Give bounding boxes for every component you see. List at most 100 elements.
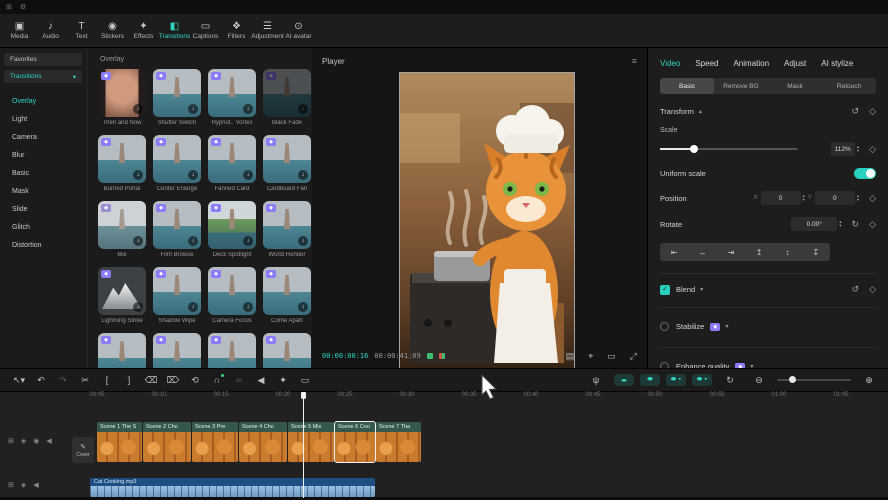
timeline-tool-icon[interactable]: ] bbox=[118, 375, 140, 386]
transition-item[interactable]: ◆ ↓ bbox=[263, 333, 311, 368]
video-clip[interactable]: Scene 3 Pre bbox=[192, 422, 238, 462]
transition-item[interactable]: ◆ ↓ Film Browse bbox=[153, 201, 201, 258]
align-button-icon[interactable]: ⇥ bbox=[717, 243, 745, 261]
download-icon[interactable]: ↓ bbox=[133, 302, 143, 312]
video-clip[interactable]: Scene 6 Coo bbox=[335, 422, 375, 462]
inspector-tab[interactable]: Speed bbox=[695, 59, 718, 68]
transition-item[interactable]: ◆ ↓ Cardboard Fan bbox=[263, 135, 311, 192]
transition-item[interactable]: ◆ ↓ Hypnot.. Vortex bbox=[208, 69, 256, 126]
download-icon[interactable]: ↓ bbox=[298, 170, 308, 180]
timeline[interactable]: 00:0500:1000:1500:2000:2500:3000:3500:40… bbox=[0, 392, 888, 500]
transition-thumbnail[interactable]: ◆ ↓ bbox=[208, 69, 256, 117]
download-icon[interactable]: ↓ bbox=[243, 170, 253, 180]
transition-thumbnail[interactable]: ◆ ↓ bbox=[153, 69, 201, 117]
video-track[interactable]: Scene 1 The S Scene 2 Cho Scene 3 Pre Sc… bbox=[97, 422, 422, 462]
favorites-button[interactable]: Favorites bbox=[4, 53, 82, 66]
scale-value[interactable]: 112% bbox=[831, 142, 855, 156]
playhead[interactable] bbox=[303, 392, 304, 498]
keyframe-icon[interactable]: ◇ bbox=[869, 106, 876, 117]
ribbon-tab[interactable]: ◧ Transitions bbox=[159, 21, 190, 40]
inspector-tab[interactable]: Animation bbox=[733, 59, 769, 68]
timeline-tool-icon[interactable]: ∩ bbox=[206, 375, 228, 386]
inspector-subtab[interactable]: Mask bbox=[768, 78, 822, 94]
align-button-icon[interactable]: ↥ bbox=[745, 243, 773, 261]
transition-thumbnail[interactable]: ◆ ↓ bbox=[98, 267, 146, 315]
download-icon[interactable]: ↓ bbox=[133, 236, 143, 246]
track-control-icon[interactable]: ◀ bbox=[33, 481, 38, 489]
window-menu-icon[interactable]: ⊞ bbox=[6, 3, 12, 11]
sidebar-category-item[interactable]: Slide bbox=[4, 201, 83, 219]
timeline-tool-icon[interactable]: ↖▾ bbox=[8, 375, 30, 386]
download-icon[interactable]: ↓ bbox=[298, 236, 308, 246]
ribbon-tab[interactable]: ◉ Stickers bbox=[97, 21, 128, 40]
inspector-tab[interactable]: AI stylize bbox=[821, 59, 853, 68]
transition-item[interactable]: ◆ ↓ bbox=[153, 333, 201, 368]
timeline-tool-icon[interactable]: ∞ bbox=[228, 375, 250, 386]
stabilize-checkbox[interactable] bbox=[660, 322, 669, 331]
transition-thumbnail[interactable]: ◆ ↓ bbox=[98, 135, 146, 183]
transition-thumbnail[interactable]: ◆ ↓ bbox=[208, 333, 256, 368]
transition-item[interactable]: ◆ ↓ Shutter Switch bbox=[153, 69, 201, 126]
sidebar-category-item[interactable]: Light bbox=[4, 111, 83, 129]
ribbon-tab[interactable]: ▭ Captions bbox=[190, 21, 221, 40]
transition-thumbnail[interactable]: ◆ ↓ bbox=[263, 267, 311, 315]
rotate-stepper[interactable]: ▴▾ bbox=[839, 220, 841, 228]
timeline-ruler[interactable]: 00:0500:1000:1500:2000:2500:3000:3500:40… bbox=[0, 392, 888, 404]
blend-keyframe-icon[interactable]: ◇ bbox=[869, 284, 876, 295]
transition-thumbnail[interactable]: ◆ ↓ bbox=[263, 333, 311, 368]
align-button-icon[interactable]: ↕ bbox=[773, 243, 801, 261]
audio-clip[interactable]: Cat Cooking.mp3 bbox=[90, 478, 375, 497]
stabilize-chevron-icon[interactable]: ▾ bbox=[725, 323, 728, 330]
download-icon[interactable]: ↓ bbox=[298, 302, 308, 312]
ribbon-tab[interactable]: T Text bbox=[66, 21, 97, 40]
ratio-icon[interactable]: ▤ bbox=[566, 351, 575, 362]
transition-thumbnail[interactable]: ◆ ↓ bbox=[153, 333, 201, 368]
zoom-in-icon[interactable]: ⊕ bbox=[858, 375, 880, 386]
download-icon[interactable]: ↓ bbox=[188, 170, 198, 180]
download-icon[interactable]: ↓ bbox=[298, 104, 308, 114]
timeline-tool-icon[interactable]: ↶ bbox=[30, 375, 52, 386]
ribbon-tab[interactable]: ▣ Media bbox=[4, 21, 35, 40]
download-icon[interactable]: ↓ bbox=[188, 104, 198, 114]
ribbon-tab[interactable]: ♪ Audio bbox=[35, 21, 66, 40]
transition-thumbnail[interactable]: ◆ ↓ bbox=[98, 333, 146, 368]
transition-item[interactable]: ◆ ↓ Burned Portal bbox=[98, 135, 146, 192]
position-x-stepper[interactable]: ▴▾ bbox=[803, 194, 805, 202]
timeline-tool-icon[interactable]: ◀ bbox=[250, 375, 272, 386]
inspector-subtab[interactable]: Retouch bbox=[822, 78, 876, 94]
transition-thumbnail[interactable]: ◆ ↓ bbox=[98, 201, 146, 249]
transition-item[interactable]: ◆ ↓ bbox=[208, 333, 256, 368]
scale-slider[interactable] bbox=[660, 148, 798, 150]
transition-item[interactable]: ◆ ↓ Fanned Card bbox=[208, 135, 256, 192]
inspector-subtab[interactable]: Remove BG bbox=[714, 78, 768, 94]
align-button-icon[interactable]: ⇤ bbox=[660, 243, 688, 261]
ribbon-tab[interactable]: ⊙ AI avatar bbox=[283, 21, 314, 40]
inspector-tab[interactable]: Video bbox=[660, 59, 680, 68]
category-dropdown[interactable]: Transitions ▾ bbox=[4, 70, 82, 83]
ribbon-tab[interactable]: ✦ Effects bbox=[128, 21, 159, 40]
rotate-dial-icon[interactable]: ↻ bbox=[852, 219, 860, 230]
inspector-tab[interactable]: Adjust bbox=[784, 59, 806, 68]
preview-mode-button[interactable]: ◂▸ bbox=[614, 374, 634, 386]
timeline-tool-icon[interactable]: ✂ bbox=[74, 375, 96, 386]
timeline-tool-icon[interactable]: [ bbox=[96, 375, 118, 386]
sidebar-category-item[interactable]: Glitch bbox=[4, 219, 83, 237]
video-clip[interactable]: Scene 2 Cho bbox=[143, 422, 191, 462]
track-control-icon[interactable]: ◀ bbox=[46, 437, 51, 445]
cover-button[interactable]: ✎ Cover bbox=[72, 437, 94, 463]
track-control-icon[interactable]: ⊞ bbox=[8, 437, 14, 445]
scale-stepper[interactable]: ▴▾ bbox=[857, 145, 859, 153]
download-icon[interactable]: ↓ bbox=[243, 104, 253, 114]
preview-mode-button[interactable]: ⬬ ▾ bbox=[692, 374, 712, 386]
position-y-stepper[interactable]: ▴▾ bbox=[857, 194, 859, 202]
download-icon[interactable]: ↓ bbox=[188, 236, 198, 246]
video-clip[interactable]: Scene 7 Tha bbox=[376, 422, 421, 462]
transition-item[interactable]: ◆ ↓ Come Apart bbox=[263, 267, 311, 324]
sidebar-category-item[interactable]: Basic bbox=[4, 165, 83, 183]
transition-thumbnail[interactable]: ◆ ↓ bbox=[153, 135, 201, 183]
timeline-tool-icon[interactable]: ⌦ bbox=[162, 375, 184, 386]
transition-item[interactable]: ◆ ↓ bbox=[98, 333, 146, 368]
video-clip[interactable]: Scene 4 Cho bbox=[239, 422, 287, 462]
timeline-tool-icon[interactable]: ▭ bbox=[294, 375, 316, 386]
snapshot-icon[interactable]: ⌖ bbox=[588, 351, 593, 362]
